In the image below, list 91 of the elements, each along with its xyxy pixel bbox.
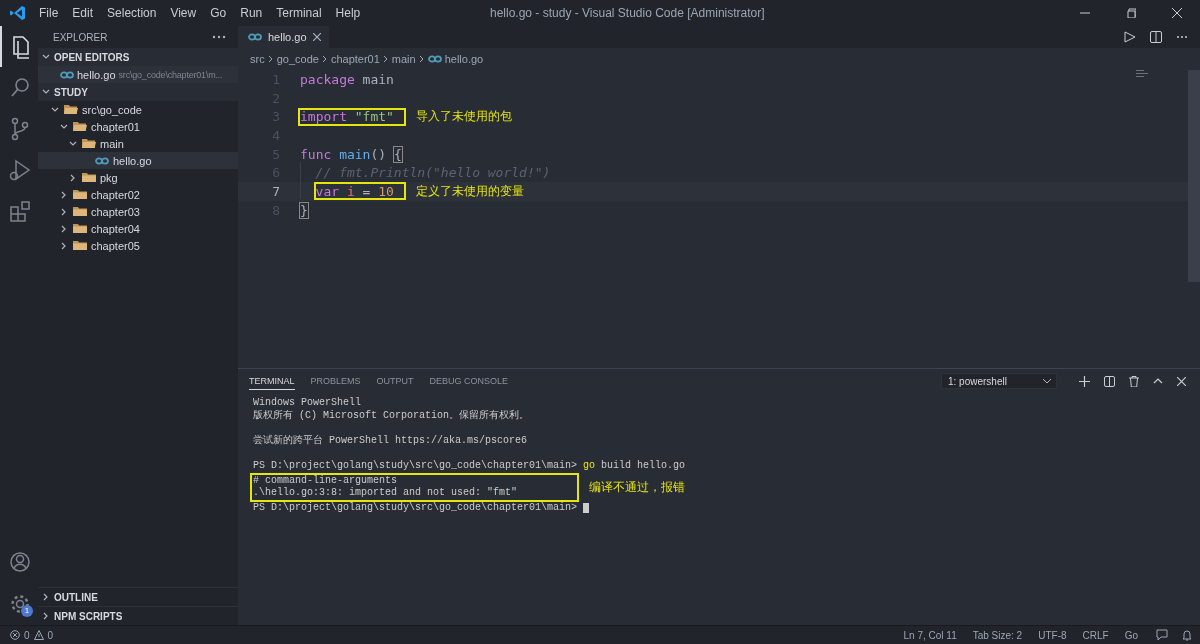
breadcrumb[interactable]: chapter01 [330, 53, 380, 65]
line-number: 7 [271, 183, 281, 199]
code-line: package main [300, 70, 394, 89]
status-item[interactable]: UTF-8 [1038, 629, 1067, 641]
trash-icon[interactable] [1129, 375, 1139, 387]
breadcrumb[interactable]: main [391, 53, 416, 65]
window-title: hello.go - study - Visual Studio Code [Administrator] [490, 6, 765, 20]
tree-item[interactable]: pkg [38, 169, 238, 186]
menu-item[interactable]: Run [233, 6, 270, 20]
menu-item[interactable]: Terminal [269, 6, 329, 20]
terminal-line: PS D:\project\golang\study\src\go_code\chapter01\main> [253, 501, 1200, 515]
close-icon[interactable] [312, 33, 321, 41]
folder-icon [73, 240, 87, 251]
more-icon[interactable] [212, 35, 226, 39]
menu-item[interactable]: Go [203, 6, 234, 20]
menu-item[interactable]: Edit [65, 6, 101, 20]
go-file-icon [60, 70, 74, 79]
plus-icon[interactable] [1079, 375, 1090, 387]
folder-icon [73, 223, 87, 234]
status-item[interactable]: Go [1124, 629, 1138, 641]
chevron-up-icon[interactable] [1153, 378, 1163, 384]
close-icon[interactable] [1172, 8, 1182, 18]
folder-icon [73, 206, 87, 217]
tree-item[interactable]: chapter03 [38, 203, 238, 220]
more-icon[interactable] [1176, 35, 1188, 39]
terminal-line: PS D:\project\golang\study\src\go_code\chapter01\main> go build hello.go [253, 459, 687, 473]
annotation-note: 编译不通过，报错 [589, 478, 686, 496]
tree-item[interactable]: src\go_code [38, 101, 238, 118]
tree-item[interactable]: chapter05 [38, 237, 238, 254]
breadcrumb[interactable]: src [250, 53, 265, 65]
tree-item[interactable]: chapter01 [38, 118, 238, 135]
terminal-line: .\hello.go:3:8: imported and not used: "fmt" [253, 487, 518, 500]
editor-tab[interactable]: hello.go [238, 26, 329, 48]
status-item[interactable]: Tab Size: 2 [972, 629, 1023, 641]
folder-icon [73, 121, 87, 132]
panel-tab[interactable]: OUTPUT [376, 372, 414, 390]
sidebar-title: EXPLORER [53, 31, 108, 43]
terminal-line: 版权所有 (C) Microsoft Corporation。保留所有权利。 [253, 409, 531, 423]
panel-tab[interactable]: PROBLEMS [310, 372, 361, 390]
tree-item[interactable]: chapter04 [38, 220, 238, 237]
terminal-line: # command-line-arguments [253, 474, 399, 487]
annotation-note: 定义了未使用的变量 [415, 182, 524, 200]
code-line: func main() { [300, 145, 402, 164]
warning-icon [33, 630, 44, 640]
terminal-line: 尝试新的跨平台 PowerShell https://aka.ms/pscore6 [253, 434, 529, 448]
tree-item[interactable]: chapter02 [38, 186, 238, 203]
tree-item[interactable]: main [38, 135, 238, 152]
split-editor-icon[interactable] [1150, 31, 1162, 43]
chevron-down-icon [1043, 378, 1051, 384]
error-icon [10, 630, 20, 640]
open-editor-item[interactable]: hello.go src\go_code\chapter01\m... [38, 66, 238, 83]
bell-icon[interactable] [1182, 629, 1192, 641]
panel-tab[interactable]: TERMINAL [249, 372, 295, 390]
menu-item[interactable]: File [32, 6, 66, 20]
go-file-icon [248, 33, 262, 41]
feedback-icon[interactable] [1156, 629, 1168, 641]
section-header[interactable]: OPEN EDITORS [38, 48, 238, 66]
menu-item[interactable]: View [163, 6, 204, 20]
notification-badge: 1 [21, 605, 33, 617]
go-file-icon [427, 55, 442, 63]
panel-tab[interactable]: DEBUG CONSOLE [429, 372, 509, 390]
split-terminal-icon[interactable] [1104, 375, 1115, 387]
folder-icon [64, 104, 78, 115]
annotation-note: 导入了未使用的包 [415, 108, 512, 126]
code-line: // fmt.Println("hello world!") [315, 164, 551, 182]
menu-item[interactable]: Help [328, 6, 368, 20]
section-header[interactable]: STUDY [38, 83, 238, 101]
tree-item[interactable]: hello.go [38, 152, 238, 169]
error-count[interactable]: 0 [24, 629, 30, 641]
restore-icon[interactable] [1126, 8, 1136, 18]
terminal-line: Windows PowerShell [253, 397, 363, 410]
code-line: } [300, 201, 308, 220]
breadcrumb[interactable]: hello.go [444, 53, 484, 65]
terminal-dropdown[interactable]: 1: powershell [941, 373, 1057, 389]
app-logo-icon [10, 5, 26, 21]
go-file-icon [95, 156, 109, 165]
chevron-icon [321, 55, 328, 63]
play-icon[interactable] [1124, 31, 1136, 43]
warning-count[interactable]: 0 [47, 629, 54, 641]
folder-icon [82, 138, 96, 149]
breadcrumb[interactable]: go_code [276, 53, 319, 65]
status-item[interactable]: Ln 7, Col 11 [903, 629, 957, 641]
chevron-icon [418, 55, 425, 63]
folder-icon [82, 172, 96, 183]
chevron-icon [382, 55, 389, 63]
menu-item[interactable]: Selection [100, 6, 164, 20]
close-icon[interactable] [1177, 376, 1186, 386]
folder-icon [73, 189, 87, 200]
chevron-icon [267, 55, 274, 63]
minimap-drawing [1136, 70, 1148, 77]
status-item[interactable]: CRLF [1082, 629, 1109, 641]
